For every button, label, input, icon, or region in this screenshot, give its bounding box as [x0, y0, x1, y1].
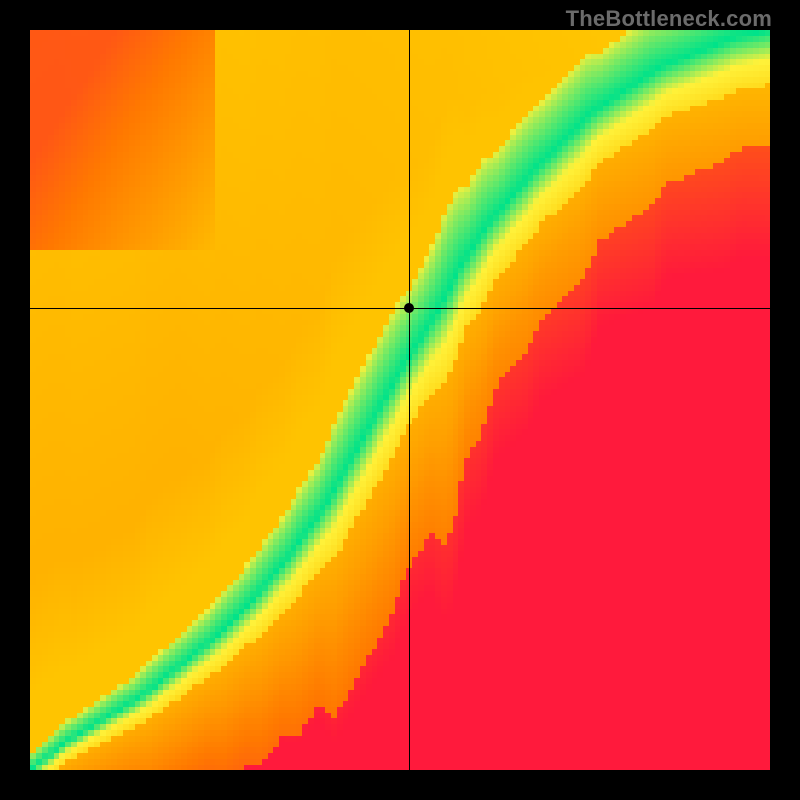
bottleneck-heatmap: [30, 30, 770, 770]
chart-frame: TheBottleneck.com: [0, 0, 800, 800]
crosshair-horizontal: [30, 308, 770, 309]
watermark-text: TheBottleneck.com: [566, 6, 772, 32]
crosshair-vertical: [409, 30, 410, 770]
selection-marker: [404, 303, 414, 313]
